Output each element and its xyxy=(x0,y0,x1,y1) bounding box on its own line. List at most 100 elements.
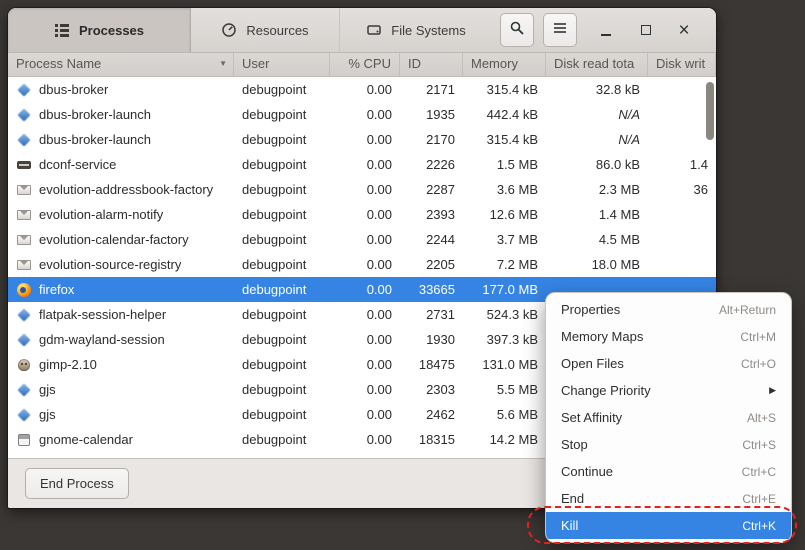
tab-file-systems-label: File Systems xyxy=(391,23,465,38)
context-menu-item[interactable]: Open Files Ctrl+O xyxy=(546,350,791,377)
search-button[interactable] xyxy=(500,13,534,47)
process-disk-read: 4.5 MB xyxy=(546,232,648,247)
table-row[interactable]: dbus-broker-launch debugpoint 0.00 1935 … xyxy=(8,102,716,127)
process-icon xyxy=(16,107,32,123)
process-memory: 131.0 MB xyxy=(463,357,546,372)
context-menu-item-label: End xyxy=(561,491,584,506)
process-cpu: 0.00 xyxy=(330,207,400,222)
column-header-cpu[interactable]: % CPU xyxy=(330,53,400,76)
table-row[interactable]: dconf-service debugpoint 0.00 2226 1.5 M… xyxy=(8,152,716,177)
process-user: debugpoint xyxy=(234,407,330,422)
search-icon xyxy=(509,20,525,41)
column-header-id[interactable]: ID xyxy=(400,53,463,76)
process-user: debugpoint xyxy=(234,357,330,372)
process-name: flatpak-session-helper xyxy=(39,307,166,322)
process-memory: 442.4 kB xyxy=(463,107,546,122)
tab-resources[interactable]: Resources xyxy=(191,8,340,52)
context-menu-item[interactable]: Properties Alt+Return xyxy=(546,296,791,323)
process-user: debugpoint xyxy=(234,332,330,347)
column-header-disk-read[interactable]: Disk read tota xyxy=(546,53,648,76)
process-cpu: 0.00 xyxy=(330,232,400,247)
context-menu-item-accel: Ctrl+O xyxy=(741,357,776,371)
tab-processes[interactable]: Processes xyxy=(8,8,191,52)
context-menu-item[interactable]: Set Affinity Alt+S xyxy=(546,404,791,431)
table-row[interactable]: dbus-broker-launch debugpoint 0.00 2170 … xyxy=(8,127,716,152)
column-header-user[interactable]: User xyxy=(234,53,330,76)
context-menu-item[interactable]: End Ctrl+E xyxy=(546,485,791,512)
process-user: debugpoint xyxy=(234,432,330,447)
headerbar: Processes Resources File Systems × xyxy=(8,8,716,53)
table-row[interactable]: evolution-alarm-notify debugpoint 0.00 2… xyxy=(8,202,716,227)
process-name: gjs xyxy=(39,382,56,397)
process-name: dbus-broker-launch xyxy=(39,107,151,122)
process-cpu: 0.00 xyxy=(330,182,400,197)
process-cpu: 0.00 xyxy=(330,382,400,397)
process-memory: 7.2 MB xyxy=(463,257,546,272)
process-memory: 5.6 MB xyxy=(463,407,546,422)
maximize-button[interactable] xyxy=(634,18,658,42)
process-user: debugpoint xyxy=(234,182,330,197)
context-menu-item[interactable]: Stop Ctrl+S xyxy=(546,431,791,458)
process-cpu: 0.00 xyxy=(330,107,400,122)
process-id: 2731 xyxy=(400,307,463,322)
process-cpu: 0.00 xyxy=(330,407,400,422)
table-row[interactable]: evolution-calendar-factory debugpoint 0.… xyxy=(8,227,716,252)
process-icon xyxy=(16,157,32,173)
context-menu-item-label: Properties xyxy=(561,302,620,317)
process-name: evolution-alarm-notify xyxy=(39,207,163,222)
context-menu-item[interactable]: Kill Ctrl+K xyxy=(546,512,791,539)
process-disk-read: 2.3 MB xyxy=(546,182,648,197)
table-row[interactable]: evolution-source-registry debugpoint 0.0… xyxy=(8,252,716,277)
primary-menu-button[interactable] xyxy=(543,13,577,47)
context-menu-item[interactable]: Change Priority ▶ xyxy=(546,377,791,404)
context-menu-item-label: Change Priority xyxy=(561,383,651,398)
column-header-disk-write[interactable]: Disk writ xyxy=(648,53,716,76)
table-column-headers: Process Name ▼ User % CPU ID Memory Disk… xyxy=(8,53,716,77)
context-menu-item-accel: Alt+Return xyxy=(719,303,776,317)
process-id: 2226 xyxy=(400,157,463,172)
process-id: 18475 xyxy=(400,357,463,372)
process-memory: 3.7 MB xyxy=(463,232,546,247)
end-process-button[interactable]: End Process xyxy=(25,468,129,499)
process-memory: 1.5 MB xyxy=(463,157,546,172)
context-menu-item[interactable]: Continue Ctrl+C xyxy=(546,458,791,485)
context-menu-item[interactable]: Memory Maps Ctrl+M xyxy=(546,323,791,350)
tab-file-systems[interactable]: File Systems xyxy=(340,8,492,52)
scrollbar-thumb[interactable] xyxy=(706,82,714,140)
process-id: 18315 xyxy=(400,432,463,447)
process-cpu: 0.00 xyxy=(330,432,400,447)
process-name: evolution-source-registry xyxy=(39,257,181,272)
process-memory: 524.3 kB xyxy=(463,307,546,322)
processes-icon xyxy=(54,22,70,38)
process-user: debugpoint xyxy=(234,82,330,97)
context-menu-item-label: Kill xyxy=(561,518,578,533)
process-cpu: 0.00 xyxy=(330,332,400,347)
context-menu-item-accel: Ctrl+E xyxy=(742,492,776,506)
process-memory: 5.5 MB xyxy=(463,382,546,397)
minimize-button[interactable] xyxy=(594,18,618,42)
process-memory: 315.4 kB xyxy=(463,82,546,97)
context-menu-item-label: Stop xyxy=(561,437,588,452)
process-name: gimp-2.10 xyxy=(39,357,97,372)
column-header-memory[interactable]: Memory xyxy=(463,53,546,76)
table-row[interactable]: dbus-broker debugpoint 0.00 2171 315.4 k… xyxy=(8,77,716,102)
process-icon xyxy=(16,432,32,448)
process-icon xyxy=(16,407,32,423)
context-menu-item-accel: Ctrl+C xyxy=(742,465,776,479)
process-cpu: 0.00 xyxy=(330,282,400,297)
process-icon xyxy=(16,307,32,323)
process-id: 1935 xyxy=(400,107,463,122)
context-menu-item-accel: Alt+S xyxy=(747,411,776,425)
process-user: debugpoint xyxy=(234,157,330,172)
context-menu: Properties Alt+Return Memory Maps Ctrl+M… xyxy=(545,292,792,543)
context-menu-item-accel: Ctrl+K xyxy=(742,519,776,533)
process-icon xyxy=(16,82,32,98)
process-id: 2170 xyxy=(400,132,463,147)
process-icon xyxy=(16,182,32,198)
table-row[interactable]: evolution-addressbook-factory debugpoint… xyxy=(8,177,716,202)
process-name: dbus-broker xyxy=(39,82,108,97)
column-header-process-name[interactable]: Process Name ▼ xyxy=(8,53,234,76)
close-button[interactable]: × xyxy=(672,18,696,42)
minimize-icon xyxy=(601,34,611,36)
process-icon xyxy=(16,257,32,273)
